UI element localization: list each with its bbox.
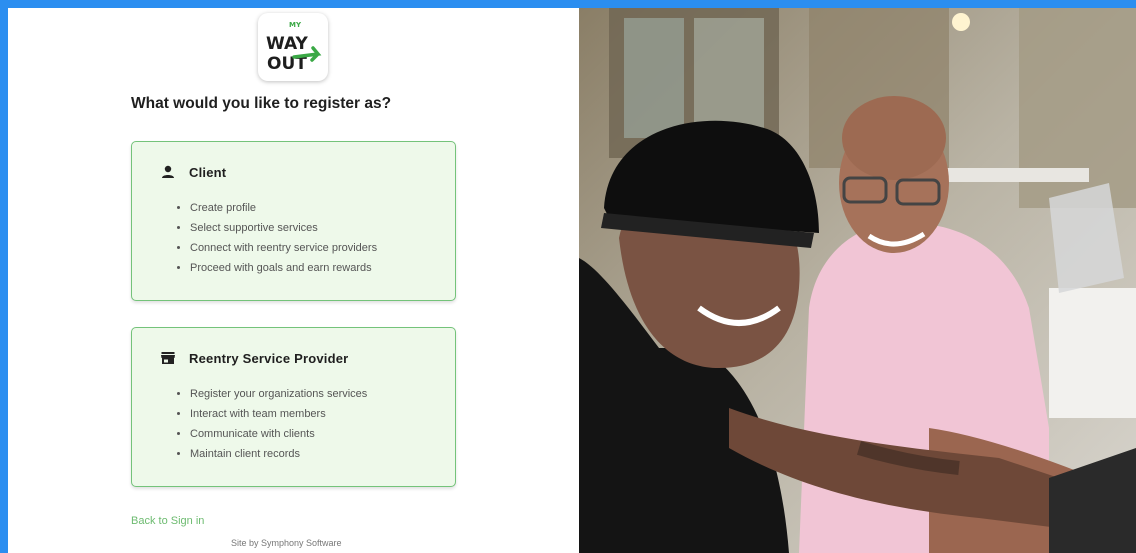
client-card-header: Client (160, 164, 226, 180)
client-card-title: Client (189, 164, 227, 180)
list-item: Interact with team members (190, 404, 367, 424)
logo-icon: MY WAY OUT (266, 21, 322, 74)
my-way-out-logo: MY WAY OUT (258, 13, 328, 81)
page-title: What would you like to register as? (131, 95, 392, 112)
list-item: Select supportive services (190, 218, 377, 238)
provider-option-card[interactable]: Reentry Service Provider Register your o… (131, 327, 456, 487)
client-feature-list: Create profile Select supportive service… (176, 198, 377, 278)
back-to-sign-in-link[interactable]: Back to Sign in (131, 515, 204, 527)
person-icon (160, 164, 176, 180)
list-item: Create profile (190, 198, 377, 218)
logo-my-text: MY (289, 21, 302, 29)
list-item: Connect with reentry service providers (190, 238, 377, 258)
provider-card-header: Reentry Service Provider (160, 350, 348, 366)
list-item: Communicate with clients (190, 424, 367, 444)
provider-feature-list: Register your organizations services Int… (176, 384, 367, 464)
registration-panel: MY WAY OUT What would you like to regist… (8, 8, 578, 553)
storefront-icon (160, 350, 176, 366)
provider-card-title: Reentry Service Provider (189, 350, 349, 366)
logo-way-text: WAY (266, 34, 309, 54)
app-frame: MY WAY OUT What would you like to regist… (8, 8, 1136, 553)
hero-photo (579, 8, 1136, 553)
site-credit: Site by Symphony Software (231, 538, 342, 548)
list-item: Proceed with goals and earn rewards (190, 258, 377, 278)
client-option-card[interactable]: Client Create profile Select supportive … (131, 141, 456, 301)
list-item: Maintain client records (190, 444, 367, 464)
hero-photo-illustration (579, 8, 1136, 553)
list-item: Register your organizations services (190, 384, 367, 404)
